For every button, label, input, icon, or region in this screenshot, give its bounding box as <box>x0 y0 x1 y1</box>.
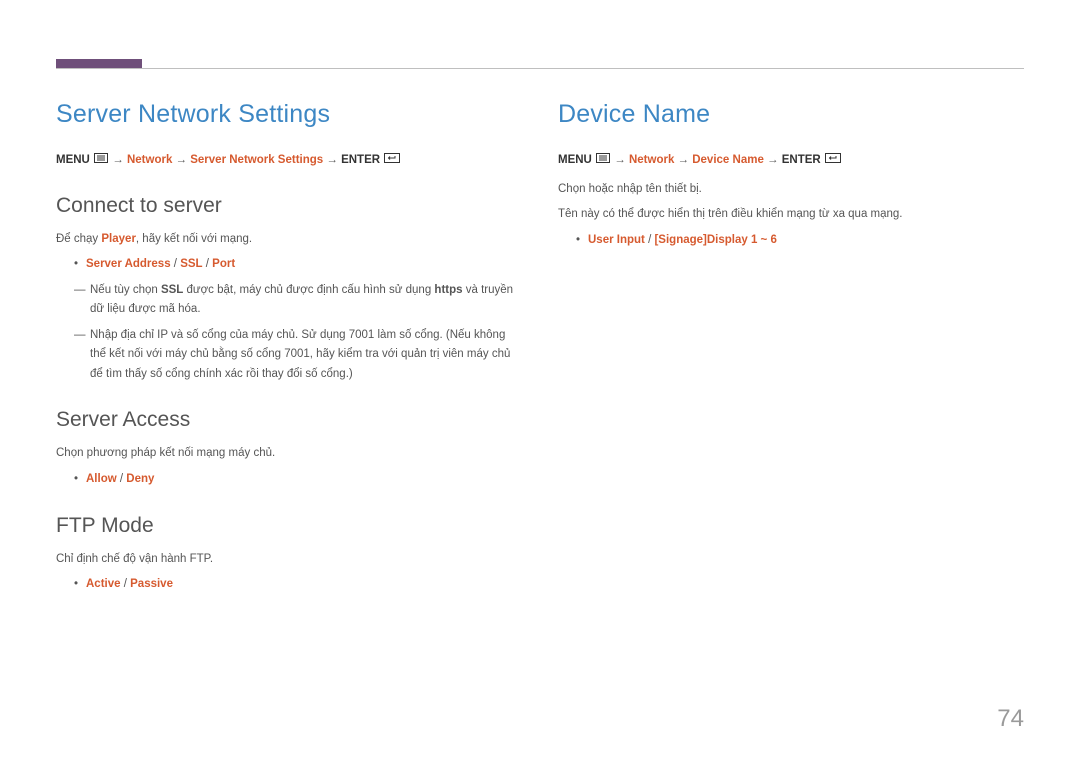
connect-options: Server Address / SSL / Port <box>56 255 522 275</box>
connect-line1: Để chạy Player, hãy kết nối với mạng. <box>56 230 522 250</box>
ftp-line1: Chỉ định chế độ vận hành FTP. <box>56 550 522 570</box>
document-page: Server Network Settings MENU → Network →… <box>0 0 1080 763</box>
enter-icon <box>825 151 841 169</box>
content-columns: Server Network Settings MENU → Network →… <box>56 100 1024 601</box>
ftp-options: Active / Passive <box>56 575 522 595</box>
path-current: Server Network Settings <box>190 154 323 166</box>
top-rule <box>56 68 1024 69</box>
list-item: Nhập địa chỉ IP và số cổng của máy chủ. … <box>74 326 522 385</box>
list-item: User Input / [Signage]Display 1 ~ 6 <box>576 231 1024 251</box>
menu-path-server: MENU → Network → Server Network Settings… <box>56 151 522 170</box>
subheading-connect: Connect to server <box>56 194 522 218</box>
section-title-server-settings: Server Network Settings <box>56 100 522 129</box>
right-column: Device Name MENU → Network → Device Name… <box>558 100 1024 601</box>
path-menu: MENU <box>56 154 90 166</box>
list-item: Nếu tùy chọn SSL được bật, máy chủ được … <box>74 281 522 320</box>
chapter-marker <box>56 59 142 68</box>
access-line1: Chọn phương pháp kết nối mạng máy chủ. <box>56 444 522 464</box>
path-network: Network <box>629 154 674 166</box>
connect-notes: Nếu tùy chọn SSL được bật, máy chủ được … <box>56 281 522 385</box>
menu-icon <box>596 151 610 169</box>
path-network: Network <box>127 154 172 166</box>
list-item: Active / Passive <box>74 575 522 595</box>
device-line1: Chọn hoặc nhập tên thiết bị. <box>558 180 1024 200</box>
left-column: Server Network Settings MENU → Network →… <box>56 100 522 601</box>
path-enter: ENTER <box>341 154 380 166</box>
page-number: 74 <box>997 705 1024 733</box>
enter-icon <box>384 151 400 169</box>
path-menu: MENU <box>558 154 592 166</box>
subheading-access: Server Access <box>56 408 522 432</box>
menu-icon <box>94 151 108 169</box>
device-options: User Input / [Signage]Display 1 ~ 6 <box>558 231 1024 251</box>
section-title-device-name: Device Name <box>558 100 1024 129</box>
list-item: Server Address / SSL / Port <box>74 255 522 275</box>
device-line2: Tên này có thể được hiển thị trên điều k… <box>558 205 1024 225</box>
path-enter: ENTER <box>782 154 821 166</box>
menu-path-device: MENU → Network → Device Name → ENTER <box>558 151 1024 170</box>
path-current: Device Name <box>692 154 764 166</box>
list-item: Allow / Deny <box>74 470 522 490</box>
subheading-ftp: FTP Mode <box>56 514 522 538</box>
access-options: Allow / Deny <box>56 470 522 490</box>
